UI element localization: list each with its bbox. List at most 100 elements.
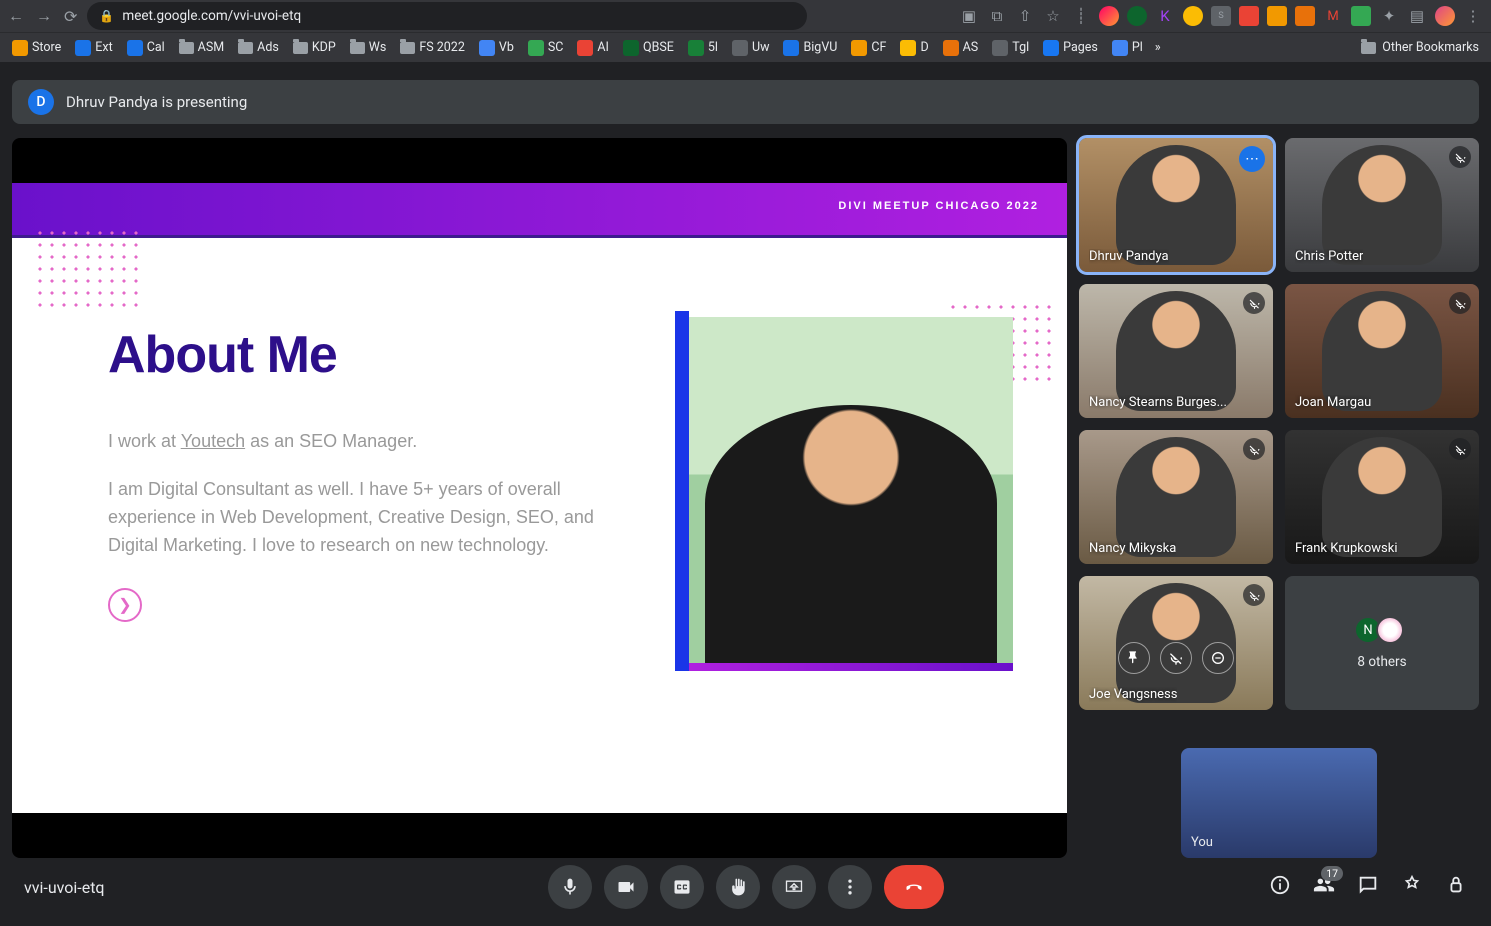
participant-tile[interactable]: Nancy Stearns Burges... [1079, 284, 1273, 418]
camera-icon[interactable]: ▣ [959, 6, 979, 26]
others-tile[interactable]: N8 others [1285, 576, 1479, 710]
camera-button[interactable] [604, 865, 648, 909]
extensions-icon[interactable]: ✦ [1379, 6, 1399, 26]
reload-button[interactable]: ⟳ [64, 7, 77, 26]
slide-paragraph: I am Digital Consultant as well. I have … [108, 476, 608, 560]
participant-tile[interactable]: Frank Krupkowski [1285, 430, 1479, 564]
activities-button[interactable] [1401, 874, 1423, 900]
bookmark-item[interactable]: ASM [175, 38, 229, 57]
bookmark-item[interactable]: FS 2022 [396, 38, 469, 57]
bookmark-item[interactable]: Store [8, 38, 65, 58]
microphone-button[interactable] [548, 865, 592, 909]
bookmark-label: Ext [95, 40, 112, 55]
site-icon [75, 40, 91, 56]
bookmark-item[interactable]: CF [847, 38, 890, 58]
meeting-code: vvi-uvoi-etq [24, 878, 105, 897]
pin-icon[interactable] [1118, 642, 1150, 674]
bookmark-item[interactable]: Vb [475, 38, 518, 58]
forward-button[interactable]: → [36, 6, 52, 26]
ext-icon-10[interactable] [1351, 6, 1371, 26]
host-controls-button[interactable] [1445, 874, 1467, 900]
ext-icon-7[interactable] [1267, 6, 1287, 26]
bookmark-item[interactable]: SC [524, 38, 568, 58]
bookmark-item[interactable]: QBSE [619, 38, 678, 58]
captions-button[interactable] [660, 865, 704, 909]
bookmark-item[interactable]: Tgl [988, 38, 1033, 58]
ext-icon-9[interactable]: M [1323, 6, 1343, 26]
open-icon[interactable]: ⧉ [987, 6, 1007, 26]
leave-call-button[interactable] [884, 865, 944, 909]
back-button[interactable]: ← [8, 6, 24, 26]
mute-person-icon[interactable]: > [1160, 642, 1192, 674]
site-icon [992, 40, 1008, 56]
muted-icon [1449, 292, 1471, 314]
participant-name: Dhruv Pandya [1089, 249, 1169, 264]
slide-badge: DIVI MEETUP CHICAGO 2022 [838, 200, 1039, 212]
bookmark-item[interactable]: 5l [684, 38, 722, 58]
bookmark-item[interactable]: Pl [1108, 38, 1147, 58]
presenter-avatar: D [28, 89, 54, 115]
ext-icon-6[interactable] [1239, 6, 1259, 26]
address-bar[interactable]: 🔒 meet.google.com/vvi-uvoi-etq [87, 2, 807, 30]
ext-icon-4[interactable] [1183, 6, 1203, 26]
share-icon[interactable]: ⇧ [1015, 6, 1035, 26]
ext-icon-3[interactable]: K [1155, 6, 1175, 26]
bookmark-item[interactable]: Uw [728, 38, 774, 58]
bookmark-label: Pl [1132, 40, 1143, 55]
participant-tile[interactable]: Nancy Mikyska [1079, 430, 1273, 564]
meeting-info-button[interactable] [1269, 874, 1291, 900]
ext-icon-8[interactable] [1295, 6, 1315, 26]
bookmark-label: BigVU [803, 40, 837, 55]
other-bookmarks[interactable]: Other Bookmarks [1357, 38, 1483, 57]
remove-icon[interactable] [1202, 642, 1234, 674]
speaking-indicator-icon: ⋯ [1239, 146, 1265, 172]
participant-name: Chris Potter [1295, 249, 1363, 264]
profile-avatar[interactable] [1435, 6, 1455, 26]
participant-grid: ⋯ Dhruv Pandya Chris Potter Nancy Stearns B… [1079, 138, 1479, 858]
present-button[interactable] [772, 865, 816, 909]
participant-name: Nancy Stearns Burges... [1089, 395, 1227, 410]
participant-tile[interactable]: Joan Margau [1285, 284, 1479, 418]
bookmark-item[interactable]: Cal [123, 38, 169, 58]
muted-icon [1243, 584, 1265, 606]
bookmark-item[interactable]: AS [939, 38, 983, 58]
star-icon[interactable]: ☆ [1043, 6, 1063, 26]
browser-menu-icon[interactable]: ⋮ [1463, 6, 1483, 26]
bookmark-label: CF [871, 40, 886, 55]
bookmark-label: D [920, 40, 928, 55]
more-options-button[interactable] [828, 865, 872, 909]
chat-button[interactable] [1357, 874, 1379, 900]
bookmark-label: Uw [752, 40, 770, 55]
folder-icon [1361, 42, 1376, 54]
bookmark-item[interactable]: AI [573, 38, 613, 58]
bookmark-item[interactable]: KDP [289, 38, 340, 57]
raise-hand-button[interactable] [716, 865, 760, 909]
bookmark-item[interactable]: Pages [1039, 38, 1102, 58]
folder-icon [400, 42, 415, 54]
people-button[interactable]: 17 [1313, 874, 1335, 900]
bookmark-item[interactable]: BigVU [779, 38, 841, 58]
participant-tile[interactable]: Chris Potter [1285, 138, 1479, 272]
bookmark-item[interactable]: Ads [234, 38, 283, 57]
bookmark-label: Tgl [1012, 40, 1029, 55]
presentation-stage[interactable]: DIVI MEETUP CHICAGO 2022 About Me I work… [12, 138, 1067, 858]
participant-tile[interactable]: >Joe Vangsness [1079, 576, 1273, 710]
ext-icon-5[interactable]: S [1211, 6, 1231, 26]
lock-icon: 🔒 [99, 9, 114, 23]
bookmark-item[interactable]: Ext [71, 38, 116, 58]
ext-icon-1[interactable] [1099, 6, 1119, 26]
participant-name: Frank Krupkowski [1295, 541, 1398, 556]
bookmark-item[interactable]: Ws [346, 38, 391, 57]
bookmark-item[interactable]: D [896, 38, 932, 58]
bookmark-label: AS [963, 40, 979, 55]
ext-icon-2[interactable] [1127, 6, 1147, 26]
self-view-tile[interactable]: You [1181, 748, 1377, 858]
bookmark-label: Store [32, 40, 61, 55]
bookmarks-overflow[interactable]: » [1155, 40, 1161, 55]
participant-tile[interactable]: ⋯ Dhruv Pandya [1079, 138, 1273, 272]
bookmark-label: Ws [369, 40, 387, 55]
site-icon [851, 40, 867, 56]
people-count-badge: 17 [1321, 866, 1343, 881]
url-text: meet.google.com/vvi-uvoi-etq [122, 8, 301, 24]
sidepanel-icon[interactable]: ▤ [1407, 6, 1427, 26]
